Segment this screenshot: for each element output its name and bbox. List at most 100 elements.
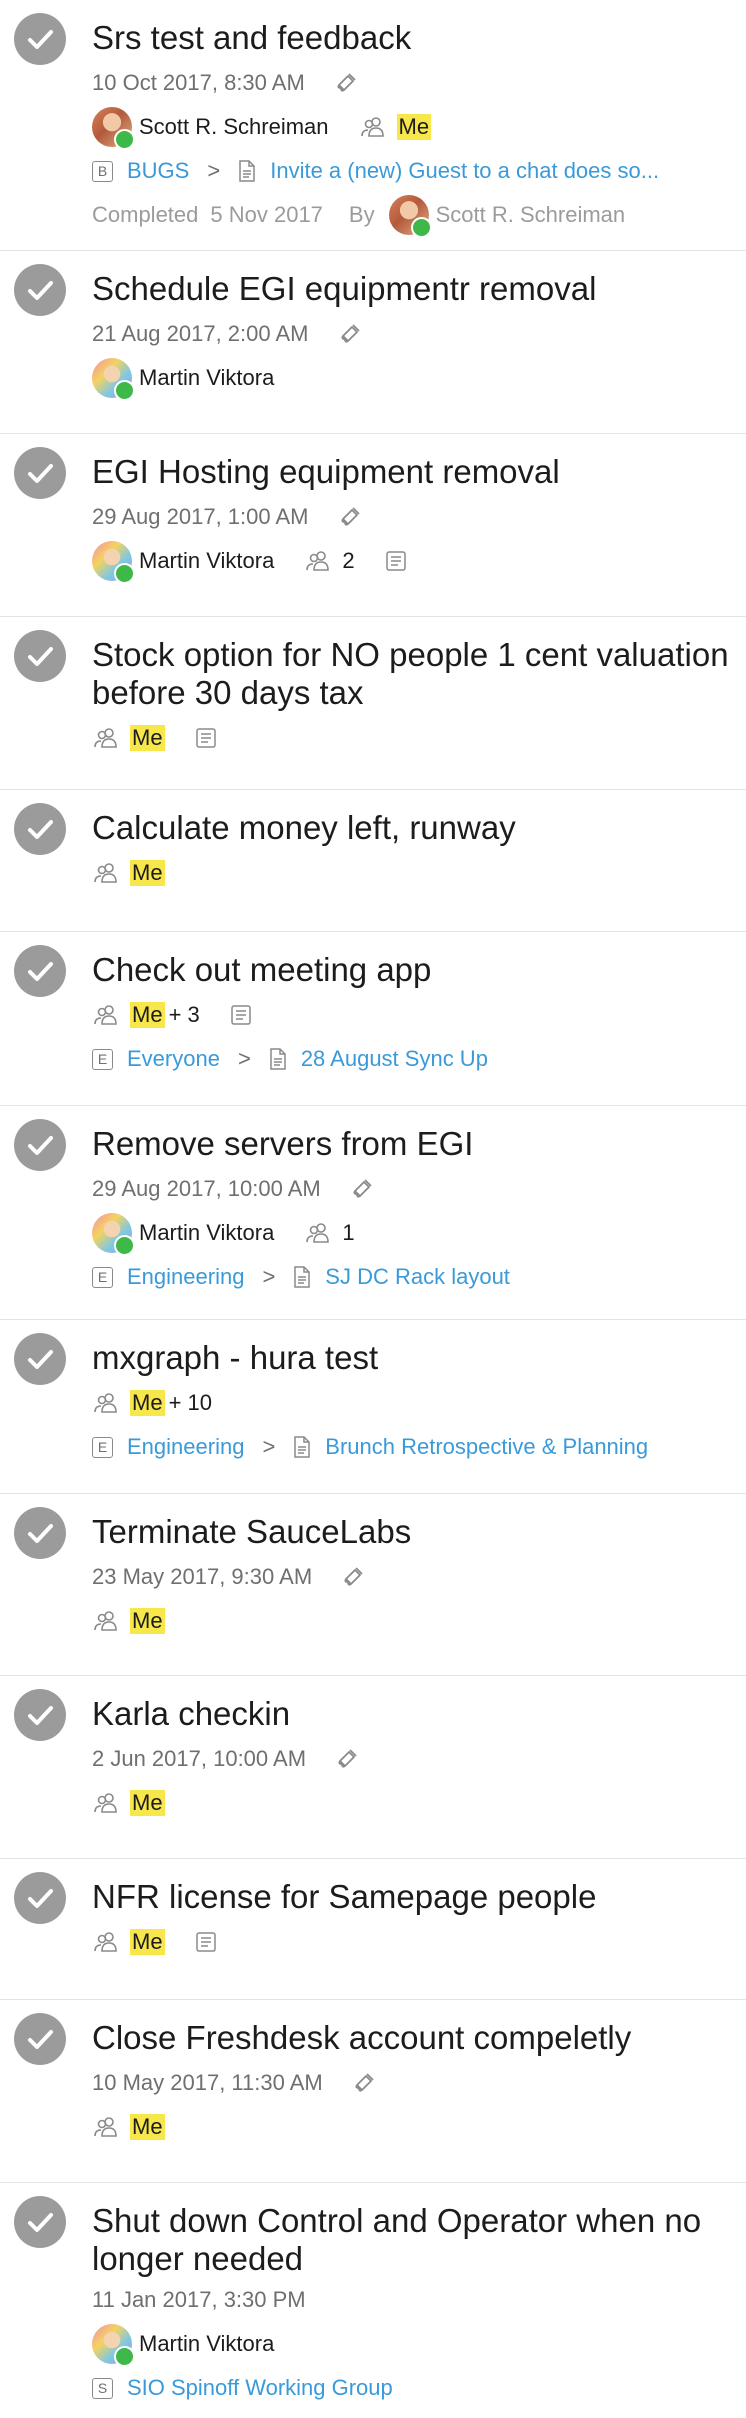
bell-icon[interactable]	[333, 70, 359, 96]
task-item[interactable]: Terminate SauceLabs 23 May 2017, 9:30 AM…	[0, 1494, 746, 1676]
avatar	[92, 541, 135, 584]
task-title[interactable]: Check out meeting app	[92, 932, 738, 989]
check-icon	[28, 1706, 53, 1725]
check-icon	[28, 820, 53, 839]
extra-assignees: + 10	[168, 1390, 212, 1415]
bell-icon[interactable]	[337, 504, 363, 530]
task-item[interactable]: mxgraph - hura test Me + 10 E Engineerin…	[0, 1320, 746, 1494]
assignee-count: 2	[342, 548, 355, 573]
complete-check-button[interactable]	[14, 264, 66, 316]
task-title[interactable]: Remove servers from EGI	[92, 1106, 738, 1163]
online-status-dot	[114, 2346, 135, 2367]
task-item[interactable]: EGI Hosting equipment removal 29 Aug 201…	[0, 434, 746, 617]
bell-icon[interactable]	[334, 1746, 360, 1772]
check-icon	[28, 1524, 53, 1543]
assignees-icon	[92, 1791, 120, 1815]
complete-check-button[interactable]	[14, 630, 66, 682]
task-title[interactable]: Srs test and feedback	[92, 0, 738, 57]
completed-label: Completed	[92, 202, 199, 227]
task-item[interactable]: Karla checkin 2 Jun 2017, 10:00 AM Me	[0, 1676, 746, 1859]
extra-assignees: + 3	[168, 1002, 200, 1027]
assignee-me: Me	[130, 1390, 165, 1416]
task-title[interactable]: Schedule EGI equipmentr removal	[92, 251, 738, 308]
assignee-count: 1	[342, 1220, 355, 1245]
assignee-me: Me	[396, 114, 432, 140]
task-item[interactable]: Schedule EGI equipmentr removal 21 Aug 2…	[0, 251, 746, 434]
due-date: 10 May 2017, 11:30 AM	[92, 2070, 323, 2095]
document-icon	[269, 1048, 287, 1070]
owner-name: Martin Viktora	[139, 2331, 275, 2356]
bell-icon[interactable]	[337, 321, 363, 347]
complete-check-button[interactable]	[14, 1119, 66, 1171]
check-icon	[28, 2030, 53, 2049]
task-item[interactable]: Stock option for NO people 1 cent valuat…	[0, 617, 746, 790]
task-title[interactable]: Close Freshdesk account compeletly	[92, 2000, 738, 2057]
complete-check-button[interactable]	[14, 803, 66, 855]
document-icon	[293, 1436, 311, 1458]
task-title[interactable]: mxgraph - hura test	[92, 1320, 738, 1377]
task-item[interactable]: Calculate money left, runway Me	[0, 790, 746, 932]
avatar	[92, 1213, 135, 1256]
bell-icon[interactable]	[340, 1564, 366, 1590]
task-title[interactable]: Terminate SauceLabs	[92, 1494, 738, 1551]
assignee-me: Me	[130, 1608, 165, 1634]
complete-check-button[interactable]	[14, 1872, 66, 1924]
complete-check-button[interactable]	[14, 2013, 66, 2065]
online-status-dot	[114, 129, 135, 150]
online-status-dot	[114, 1235, 135, 1256]
task-item[interactable]: Close Freshdesk account compeletly 10 Ma…	[0, 2000, 746, 2183]
task-title[interactable]: Stock option for NO people 1 cent valuat…	[92, 617, 738, 712]
due-date: 29 Aug 2017, 10:00 AM	[92, 1176, 321, 1201]
check-icon	[28, 647, 53, 666]
space-link[interactable]: Everyone	[127, 1046, 220, 1072]
document-icon	[238, 160, 256, 182]
task-title[interactable]: EGI Hosting equipment removal	[92, 434, 738, 491]
assignees-icon	[304, 549, 332, 573]
check-icon	[28, 962, 53, 981]
task-title[interactable]: NFR license for Samepage people	[92, 1859, 738, 1916]
avatar	[92, 2324, 135, 2367]
completed-by-label: By	[348, 202, 375, 227]
complete-check-button[interactable]	[14, 1507, 66, 1559]
page-link[interactable]: SJ DC Rack layout	[325, 1264, 510, 1290]
space-link[interactable]: SIO Spinoff Working Group	[127, 2375, 393, 2401]
task-item[interactable]: Shut down Control and Operator when no l…	[0, 2183, 746, 2418]
completed-by-name: Scott R. Schreiman	[435, 202, 626, 227]
space-badge: E	[92, 1048, 113, 1070]
complete-check-button[interactable]	[14, 945, 66, 997]
bell-icon[interactable]	[349, 1176, 375, 1202]
complete-check-button[interactable]	[14, 447, 66, 499]
space-link[interactable]: Engineering	[127, 1434, 244, 1460]
space-badge: S	[92, 2377, 113, 2399]
breadcrumb-separator: >	[262, 1264, 276, 1289]
check-icon	[28, 2213, 53, 2232]
complete-check-button[interactable]	[14, 1689, 66, 1741]
owner-name: Martin Viktora	[139, 365, 275, 390]
task-item[interactable]: Check out meeting app Me + 3 E Everyone …	[0, 932, 746, 1106]
due-date: 23 May 2017, 9:30 AM	[92, 1564, 313, 1589]
assignee-me: Me	[130, 860, 165, 886]
complete-check-button[interactable]	[14, 2196, 66, 2248]
task-item[interactable]: Remove servers from EGI 29 Aug 2017, 10:…	[0, 1106, 746, 1320]
task-item[interactable]: Srs test and feedback 10 Oct 2017, 8:30 …	[0, 0, 746, 251]
task-title[interactable]: Shut down Control and Operator when no l…	[92, 2183, 738, 2278]
assignees-icon	[92, 726, 120, 750]
due-date: 21 Aug 2017, 2:00 AM	[92, 321, 309, 346]
breadcrumb-separator: >	[207, 158, 221, 183]
note-icon	[195, 727, 217, 749]
document-icon	[293, 1266, 311, 1288]
owner-name: Martin Viktora	[139, 1220, 275, 1245]
task-item[interactable]: NFR license for Samepage people Me	[0, 1859, 746, 2000]
page-link[interactable]: Brunch Retrospective & Planning	[325, 1434, 648, 1460]
complete-check-button[interactable]	[14, 13, 66, 65]
bell-icon[interactable]	[351, 2070, 377, 2096]
page-link[interactable]: 28 August Sync Up	[301, 1046, 488, 1072]
assignees-icon	[92, 861, 120, 885]
note-icon	[230, 1004, 252, 1026]
page-link[interactable]: Invite a (new) Guest to a chat does so..…	[270, 158, 659, 184]
space-link[interactable]: Engineering	[127, 1264, 244, 1290]
task-title[interactable]: Calculate money left, runway	[92, 790, 738, 847]
task-title[interactable]: Karla checkin	[92, 1676, 738, 1733]
space-link[interactable]: BUGS	[127, 158, 189, 184]
complete-check-button[interactable]	[14, 1333, 66, 1385]
